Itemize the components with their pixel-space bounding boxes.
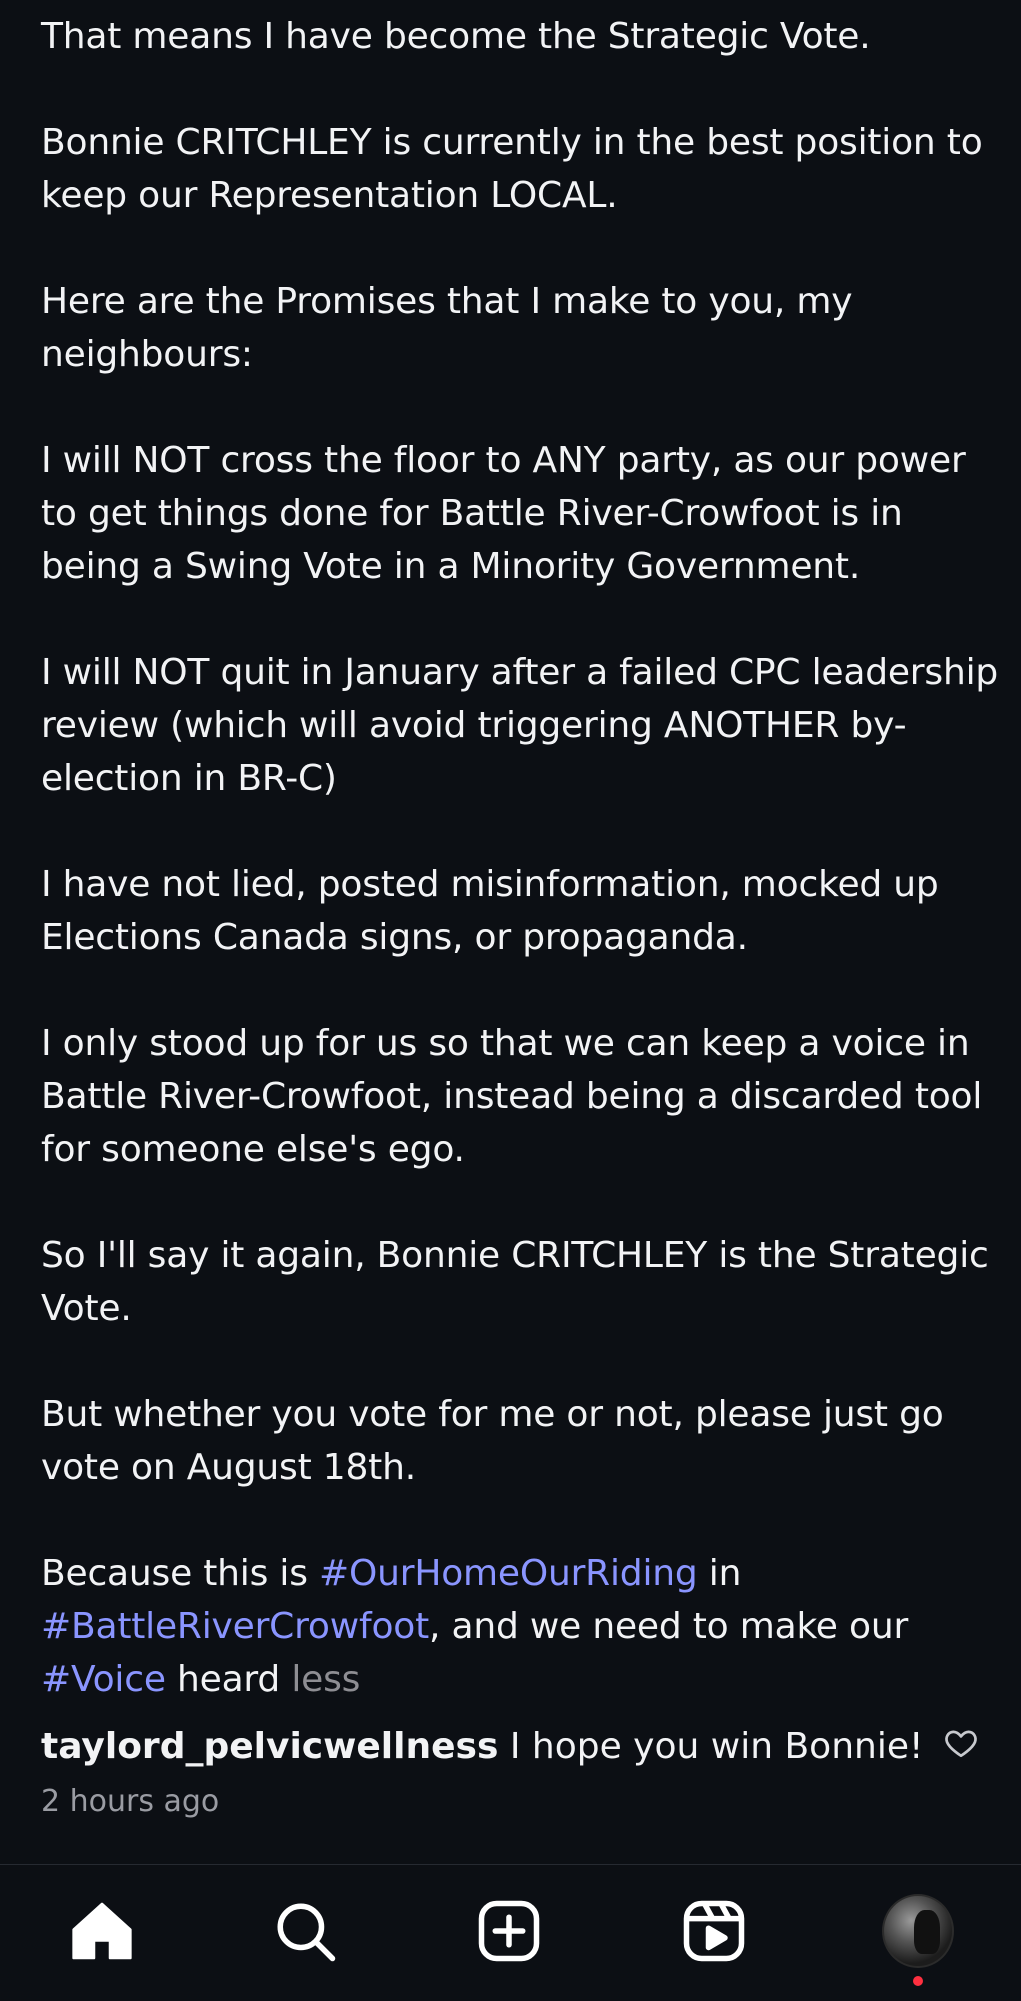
- heart-outline-icon[interactable]: [943, 1725, 979, 1761]
- home-icon[interactable]: [66, 1895, 138, 1967]
- hashtag-link[interactable]: #OurHomeOurRiding: [319, 1553, 698, 1594]
- hashtag-link[interactable]: #BattleRiverCrowfoot: [41, 1606, 429, 1647]
- caption-text: heard: [165, 1659, 292, 1700]
- create-post-icon[interactable]: [473, 1895, 545, 1967]
- comment-username[interactable]: taylord_pelvicwellness: [41, 1726, 498, 1767]
- caption-paragraph: So I'll say it again, Bonnie CRITCHLEY i…: [41, 1235, 989, 1329]
- caption-paragraph: That means I have become the Strategic V…: [41, 16, 871, 57]
- notification-dot: [913, 1976, 923, 1986]
- hashtag-link[interactable]: #Voice: [41, 1659, 166, 1700]
- reels-icon[interactable]: [678, 1895, 750, 1967]
- bottom-navigation: [0, 1864, 1021, 2001]
- avatar: [882, 1894, 954, 1968]
- caption-paragraph: I only stood up for us so that we can ke…: [41, 1023, 983, 1170]
- caption-final-paragraph: Because this is #OurHomeOurRiding in #Ba…: [41, 1547, 1001, 1706]
- show-less-link[interactable]: less: [291, 1659, 360, 1700]
- comment-row: taylord_pelvicwellness I hope you win Bo…: [41, 1720, 1001, 1773]
- profile-avatar[interactable]: [882, 1894, 954, 1968]
- search-icon[interactable]: [269, 1895, 341, 1967]
- post-caption: That means I have become the Strategic V…: [41, 10, 1001, 1706]
- caption-paragraph: Here are the Promises that I make to you…: [41, 281, 853, 375]
- comment-timestamp: 2 hours ago: [41, 1784, 220, 1819]
- caption-paragraph: But whether you vote for me or not, plea…: [41, 1394, 944, 1488]
- caption-paragraph: I will NOT cross the floor to ANY party,…: [41, 440, 966, 587]
- caption-paragraph: I will NOT quit in January after a faile…: [41, 652, 999, 799]
- caption-text: in: [697, 1553, 742, 1594]
- comment-text: I hope you win Bonnie!: [498, 1726, 924, 1767]
- caption-paragraph: I have not lied, posted misinformation, …: [41, 864, 939, 958]
- caption-text: Because this is: [41, 1553, 319, 1594]
- caption-text: , and we need to make our: [429, 1606, 909, 1647]
- caption-paragraph: Bonnie CRITCHLEY is currently in the bes…: [41, 122, 983, 216]
